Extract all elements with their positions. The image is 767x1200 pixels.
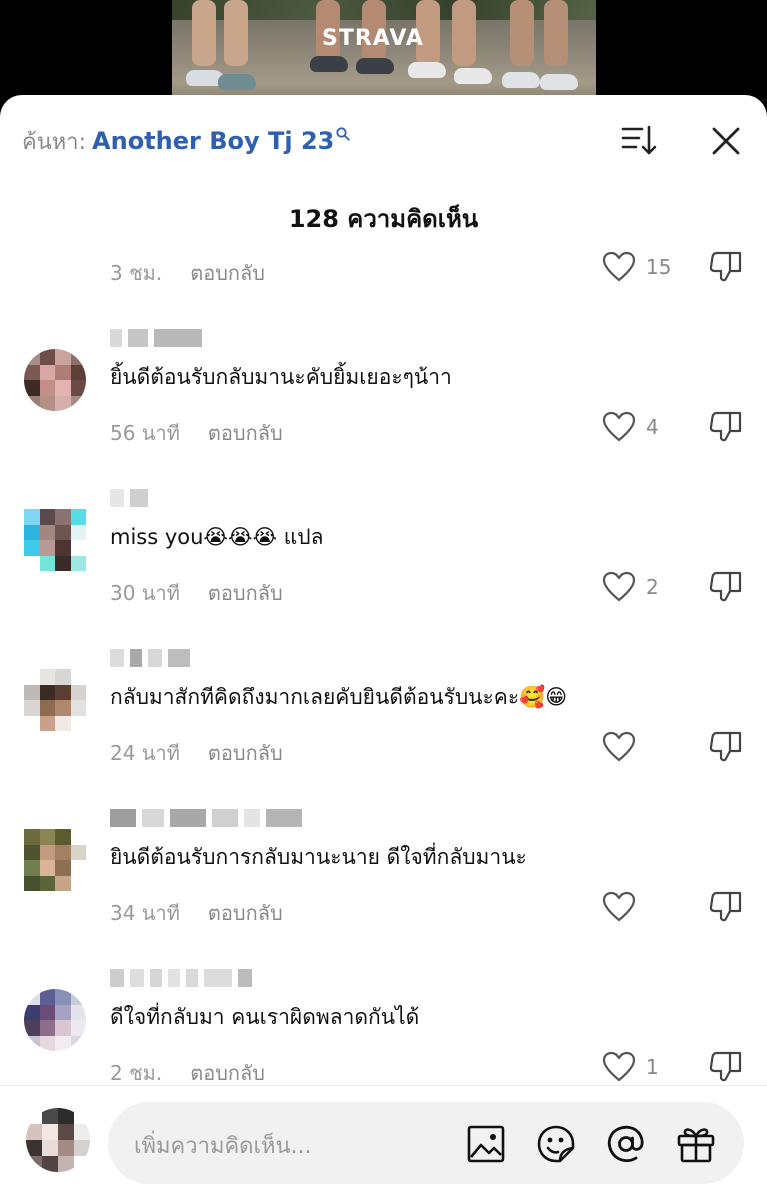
comment-text: ดีใจที่กลับมา คนเราผิดพลาดกันได้ — [110, 1005, 420, 1029]
like-button[interactable] — [602, 729, 646, 765]
username-blurred[interactable] — [110, 327, 202, 349]
video-figure — [540, 74, 578, 90]
video-figure — [408, 62, 446, 78]
video-figure — [218, 74, 256, 90]
reply-button[interactable]: ตอบกลับ — [190, 257, 265, 289]
avatar[interactable] — [24, 509, 86, 571]
username-blurred[interactable] — [110, 647, 190, 669]
heart-icon — [602, 571, 636, 602]
comment-meta: 24 นาที ตอบกลับ — [110, 737, 283, 769]
like-count: 1 — [646, 1055, 659, 1079]
like-count: 4 — [646, 415, 659, 439]
comment-time: 24 นาที — [110, 741, 180, 765]
reply-button[interactable]: ตอบกลับ — [208, 737, 283, 769]
comment-text: ยิ้นดีต้อนรับกลับมานะคับยิ้มเยอะๆน้าา — [110, 365, 452, 389]
username-blurred[interactable] — [110, 967, 252, 989]
like-button[interactable]: 15 — [602, 249, 671, 285]
comment-text: miss you😭😭😭 แปล — [110, 525, 324, 549]
dislike-icon[interactable] — [708, 247, 744, 283]
avatar[interactable] — [24, 349, 86, 411]
comment-meta: 34 นาที ตอบกลับ — [110, 897, 283, 929]
comments-count-title: 128 ความคิดเห็น — [288, 205, 479, 233]
search-prefix: ค้นหา: — [22, 129, 87, 155]
video-frame — [172, 0, 596, 110]
like-button[interactable] — [602, 889, 646, 925]
dislike-icon[interactable] — [708, 407, 744, 443]
reply-button[interactable]: ตอบกลับ — [190, 1057, 265, 1083]
heart-icon — [602, 731, 636, 762]
video-figure — [544, 0, 568, 66]
gift-icon[interactable] — [676, 1124, 716, 1164]
comment-meta: 56 นาที ตอบกลับ — [110, 417, 283, 449]
like-button[interactable]: 2 — [602, 569, 659, 605]
heart-icon — [602, 411, 636, 442]
comment-item: 3 ชม. ตอบกลับ 15 — [0, 245, 767, 305]
comment-list[interactable]: 3 ชม. ตอบกลับ 15 ยิ้นดีต้อนรับกลับมานะคั… — [0, 245, 767, 1083]
comment-item: ยิ้นดีต้อนรับกลับมานะคับยิ้มเยอะๆน้าา 56… — [0, 305, 767, 465]
video-figure — [310, 56, 348, 72]
image-icon[interactable] — [466, 1124, 506, 1164]
comment-time: 2 ชม. — [110, 1061, 163, 1083]
like-button[interactable]: 1 — [602, 1049, 659, 1083]
search-icon — [336, 127, 351, 141]
comment-text: ยินดีต้อนรับการกลับมานะนาย ดีใจที่กลับมา… — [110, 845, 527, 869]
avatar[interactable] — [24, 669, 86, 731]
comment-time: 3 ชม. — [110, 261, 163, 285]
mention-icon[interactable] — [606, 1124, 646, 1164]
close-icon[interactable] — [706, 123, 744, 159]
comment-meta: 3 ชม. ตอบกลับ — [110, 257, 265, 289]
username-blurred[interactable] — [110, 807, 302, 829]
video-figure — [192, 0, 216, 66]
dislike-icon[interactable] — [708, 1047, 744, 1083]
like-count: 15 — [646, 255, 672, 279]
search-query-link[interactable]: Another Boy Tj 23 — [92, 127, 334, 155]
video-figure — [224, 0, 248, 66]
dislike-icon[interactable] — [708, 727, 744, 763]
strava-watermark: STRAVA — [322, 26, 424, 51]
comment-composer: เพิ่มความคิดเห็น... — [0, 1085, 767, 1200]
video-figure — [356, 58, 394, 74]
current-user-avatar[interactable] — [26, 1108, 90, 1172]
search-suggestion[interactable]: ค้นหา: Another Boy Tj 23 — [22, 125, 351, 157]
video-preview[interactable]: STRAVA — [0, 0, 767, 110]
username-blurred[interactable] — [110, 487, 148, 509]
comment-item: กลับมาสักทีคิดถึงมากเลยคับยินดีต้อนรับนะ… — [0, 625, 767, 785]
comment-item: miss you😭😭😭 แปล 30 นาที ตอบกลับ 2 — [0, 465, 767, 625]
reply-button[interactable]: ตอบกลับ — [208, 577, 283, 609]
reply-button[interactable]: ตอบกลับ — [208, 417, 283, 449]
comment-time: 56 นาที — [110, 421, 180, 445]
heart-icon — [602, 251, 636, 282]
avatar[interactable] — [24, 829, 86, 891]
comment-text: กลับมาสักทีคิดถึงมากเลยคับยินดีต้อนรับนะ… — [110, 685, 568, 709]
video-figure — [452, 0, 476, 66]
heart-icon — [602, 891, 636, 922]
comment-time: 30 นาที — [110, 581, 180, 605]
comment-item: ยินดีต้อนรับการกลับมานะนาย ดีใจที่กลับมา… — [0, 785, 767, 945]
sort-icon[interactable] — [620, 123, 658, 157]
reply-button[interactable]: ตอบกลับ — [208, 897, 283, 929]
dislike-icon[interactable] — [708, 887, 744, 923]
avatar[interactable] — [24, 989, 86, 1051]
comment-input[interactable]: เพิ่มความคิดเห็น... — [108, 1102, 744, 1184]
comments-sheet: ค้นหา: Another Boy Tj 23 128 ความคิดเห็น… — [0, 95, 767, 1200]
video-figure — [510, 0, 534, 66]
comment-meta: 30 นาที ตอบกลับ — [110, 577, 283, 609]
like-count: 2 — [646, 575, 659, 599]
comment-meta: 2 ชม. ตอบกลับ — [110, 1057, 265, 1083]
video-figure — [502, 72, 540, 88]
comment-input-placeholder: เพิ่มความคิดเห็น... — [134, 1134, 312, 1159]
comment-item: ดีใจที่กลับมา คนเราผิดพลาดกันได้ 2 ชม. ต… — [0, 945, 767, 1083]
like-button[interactable]: 4 — [602, 409, 659, 445]
dislike-icon[interactable] — [708, 567, 744, 603]
comment-time: 34 นาที — [110, 901, 180, 925]
video-figure — [454, 68, 492, 84]
emoji-icon[interactable] — [536, 1124, 576, 1164]
heart-icon — [602, 1051, 636, 1082]
